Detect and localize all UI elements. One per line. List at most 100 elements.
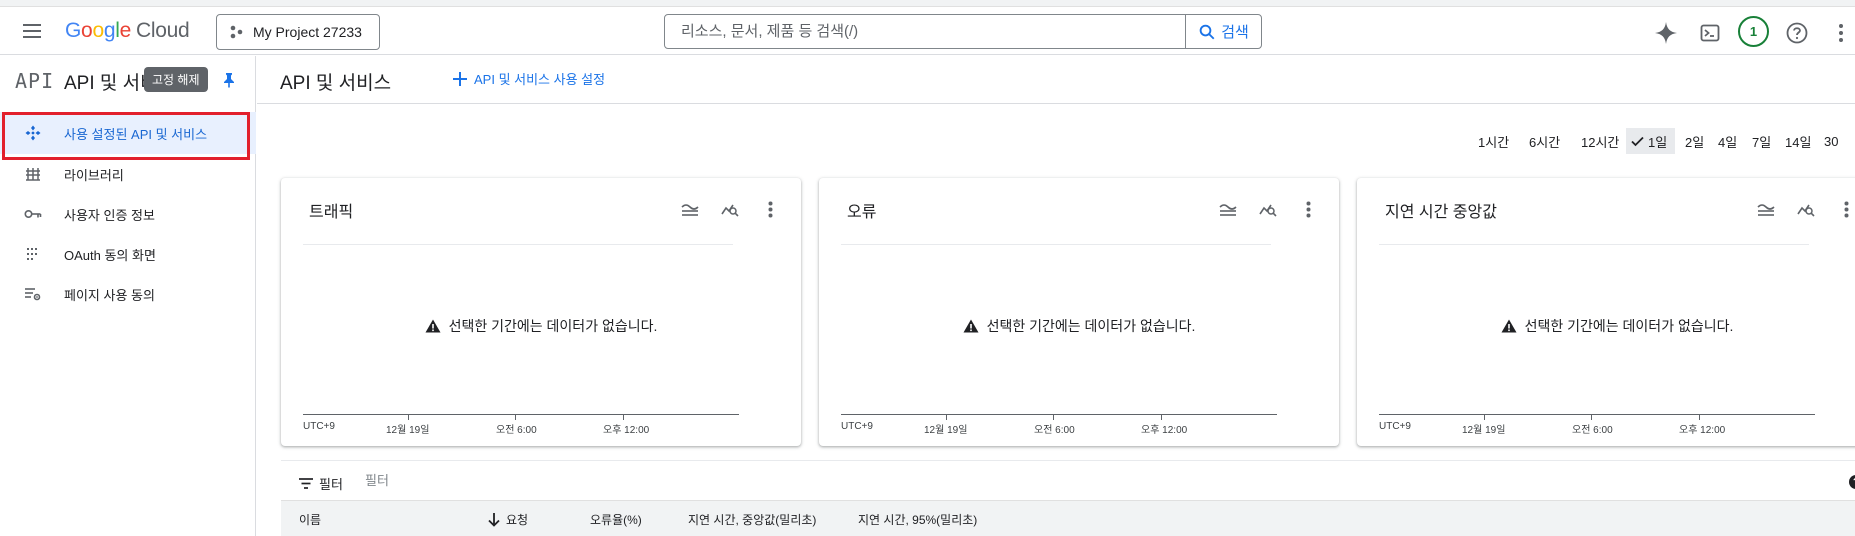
- range-2d[interactable]: 2일: [1680, 128, 1709, 154]
- enable-apis-button[interactable]: API 및 서비스 사용 설정: [453, 69, 605, 88]
- no-data-message: 선택한 기간에는 데이터가 없습니다.: [1357, 316, 1855, 336]
- axis-tick-label: 오전 6:00: [496, 425, 537, 436]
- key-icon: [24, 205, 42, 223]
- pin-icon[interactable]: [222, 72, 236, 93]
- sidebar-item-label: 사용 설정된 API 및 서비스: [64, 126, 208, 142]
- range-6h[interactable]: 6시간: [1524, 128, 1565, 154]
- sidebar-item-label: 사용자 인증 정보: [64, 207, 155, 223]
- table-filter-bar: 필터 ?: [281, 460, 1855, 498]
- no-data-text: 선택한 기간에는 데이터가 없습니다.: [448, 318, 658, 334]
- range-1d[interactable]: 1일: [1626, 128, 1675, 154]
- warning-icon: [963, 319, 979, 333]
- explore-chart-icon[interactable]: [716, 195, 744, 223]
- axis-tick-label: 12월 19일: [924, 425, 968, 436]
- warning-icon: [1501, 319, 1517, 333]
- legend-toggle-icon[interactable]: [1214, 195, 1242, 223]
- card-divider: [841, 244, 1271, 245]
- sidebar-item-enabled-apis[interactable]: 사용 설정된 API 및 서비스: [0, 112, 256, 160]
- search-icon: [1199, 24, 1215, 39]
- axis-tick-label: 12월 19일: [386, 425, 430, 436]
- column-header-error-rate[interactable]: 오류율(%): [590, 511, 642, 528]
- axis-tick-label: 오후 12:00: [1141, 425, 1188, 436]
- top-bar: GoogleCloud My Project 27233 검색 1: [0, 7, 1855, 55]
- check-icon: [1631, 136, 1644, 146]
- filter-button[interactable]: 필터: [299, 474, 343, 493]
- range-14d[interactable]: 14일: [1780, 128, 1816, 154]
- page-consent-icon: [24, 285, 42, 303]
- axis-tick: [1161, 414, 1162, 420]
- range-30d[interactable]: 30: [1822, 128, 1840, 154]
- column-header-latency-95[interactable]: 지연 시간, 95%(밀리초): [858, 511, 977, 528]
- menu-icon[interactable]: [20, 20, 44, 42]
- axis-tick: [623, 414, 624, 420]
- main-content: API 및 서비스 API 및 서비스 사용 설정 1시간 6시간 12시간 1…: [257, 56, 1855, 536]
- range-12h[interactable]: 12시간: [1576, 128, 1624, 154]
- latency-card: 지연 시간 중앙값 선택한 기간에는 데이터가 없습니다. UTC+9 12월 …: [1357, 178, 1855, 446]
- axis-tick: [1591, 414, 1592, 420]
- axis-tick-label: 오전 6:00: [1034, 425, 1075, 436]
- more-vert-icon[interactable]: [1832, 195, 1855, 223]
- sidebar-item-label: OAuth 동의 화면: [64, 247, 156, 263]
- notifications-badge[interactable]: 1: [1738, 16, 1769, 47]
- project-icon: [230, 25, 243, 39]
- warning-icon: [425, 319, 441, 333]
- no-data-message: 선택한 기간에는 데이터가 없습니다.: [819, 316, 1339, 336]
- sidebar-nav: 사용 설정된 API 및 서비스 라이브러리 사용자 인증 정보 OAuth 동…: [0, 112, 256, 314]
- axis-tick-label: 오후 12:00: [1679, 425, 1726, 436]
- axis-tick: [515, 414, 516, 420]
- no-data-message: 선택한 기간에는 데이터가 없습니다.: [281, 316, 801, 336]
- legend-toggle-icon[interactable]: [1752, 195, 1780, 223]
- search-input[interactable]: [665, 15, 1185, 48]
- sidebar-item-label: 라이브러리: [64, 167, 124, 183]
- axis-tick: [1699, 414, 1700, 420]
- axis-timezone-label: UTC+9: [841, 421, 873, 432]
- sidebar-item-page-consent[interactable]: 페이지 사용 동의: [0, 274, 256, 314]
- sidebar-header: API API 및 서비스 고정 해제: [0, 56, 256, 104]
- axis-tick-label: 오후 12:00: [603, 425, 650, 436]
- gemini-sparkle-icon[interactable]: [1652, 19, 1680, 47]
- filter-input[interactable]: [365, 473, 665, 488]
- axis-tick: [946, 414, 947, 420]
- project-name: My Project 27233: [253, 24, 362, 40]
- axis-timezone-label: UTC+9: [303, 421, 335, 432]
- range-1h[interactable]: 1시간: [1473, 128, 1514, 154]
- more-vert-icon[interactable]: [1827, 19, 1855, 47]
- explore-chart-icon[interactable]: [1792, 195, 1820, 223]
- card-divider: [303, 244, 733, 245]
- library-icon: [24, 165, 42, 183]
- range-4d[interactable]: 4일: [1713, 128, 1742, 154]
- plus-icon: [453, 71, 467, 86]
- x-axis: [1379, 414, 1815, 415]
- page-title: API 및 서비스: [280, 73, 392, 94]
- time-range-selector: 1시간 6시간 12시간 1일 2일 4일 7일 14일 30: [257, 128, 1855, 154]
- card-title: 오류: [847, 204, 877, 221]
- sidebar-item-library[interactable]: 라이브러리: [0, 154, 256, 194]
- errors-card: 오류 선택한 기간에는 데이터가 없습니다. UTC+9 12월 19일 오전 …: [819, 178, 1339, 446]
- range-7d[interactable]: 7일: [1747, 128, 1776, 154]
- column-header-requests[interactable]: 요청: [488, 511, 528, 528]
- more-vert-icon[interactable]: [1294, 195, 1322, 223]
- column-header-name[interactable]: 이름: [299, 511, 321, 528]
- help-icon[interactable]: [1783, 19, 1811, 47]
- main-header: API 및 서비스 API 및 서비스 사용 설정: [257, 56, 1855, 104]
- api-logo-icon: API: [15, 69, 55, 93]
- column-header-latency-median[interactable]: 지연 시간, 중앙값(밀리초): [688, 511, 816, 528]
- more-vert-icon[interactable]: [756, 195, 784, 223]
- explore-chart-icon[interactable]: [1254, 195, 1282, 223]
- project-selector[interactable]: My Project 27233: [216, 14, 380, 50]
- axis-timezone-label: UTC+9: [1379, 421, 1411, 432]
- x-axis: [841, 414, 1277, 415]
- sidebar-item-credentials[interactable]: 사용자 인증 정보: [0, 194, 256, 234]
- search-button[interactable]: 검색: [1185, 15, 1261, 48]
- google-cloud-logo[interactable]: Google Cloud: [65, 19, 190, 43]
- no-data-text: 선택한 기간에는 데이터가 없습니다.: [1524, 318, 1734, 334]
- cloud-shell-icon[interactable]: [1696, 19, 1724, 47]
- table-help-icon[interactable]: ?: [1849, 475, 1855, 489]
- sidebar-item-oauth-consent[interactable]: OAuth 동의 화면: [0, 234, 256, 274]
- sort-desc-icon: [488, 512, 500, 527]
- no-data-text: 선택한 기간에는 데이터가 없습니다.: [986, 318, 1196, 334]
- search-bar: 검색: [664, 14, 1262, 49]
- filter-icon: [299, 478, 313, 489]
- search-button-label: 검색: [1221, 24, 1249, 41]
- legend-toggle-icon[interactable]: [676, 195, 704, 223]
